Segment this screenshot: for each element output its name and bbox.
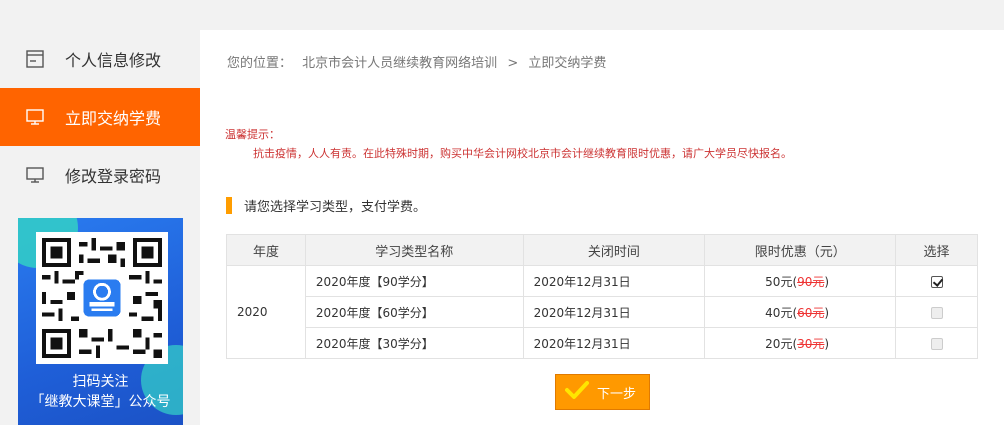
table-row: 2020 2020年度【90学分】 2020年12月31日 50元(90元) <box>226 265 978 359</box>
main-content: 您的位置： 北京市会计人员继续教育网络培训 > 立即交纳学费 温馨提示： 抗击疫… <box>200 30 1004 425</box>
sidebar-item-label: 个人信息修改 <box>65 51 162 70</box>
breadcrumb-current: 立即交纳学费 <box>528 56 607 71</box>
close-time-cell: 2020年12月31日 <box>522 327 706 359</box>
monitor-icon <box>24 165 46 185</box>
type-name-cell: 2020年度【90学分】 <box>304 265 524 297</box>
qr-caption-line2: 「继教大课堂」公众号 <box>30 394 171 410</box>
profile-edit-icon <box>24 49 46 69</box>
sidebar-item-label: 修改登录密码 <box>65 167 162 186</box>
price-cell: 50元(90元) <box>704 265 897 297</box>
notice-title: 温馨提示： <box>225 128 280 141</box>
price-discount: 20元 <box>765 336 793 351</box>
section-marker <box>226 197 232 214</box>
sidebar-item-pay-tuition[interactable]: 立即交纳学费 <box>0 88 214 146</box>
price-discount: 50元 <box>765 274 793 289</box>
next-step-button[interactable]: 下一步 <box>555 374 650 410</box>
column-header-price: 限时优惠（元） <box>704 234 897 266</box>
breadcrumb: 您的位置： 北京市会计人员继续教育网络培训 > 立即交纳学费 <box>227 52 612 71</box>
table-row: 2020年度【60学分】 2020年12月31日 40元(60元) <box>227 296 978 328</box>
column-header-close-time: 关闭时间 <box>522 234 706 266</box>
qr-code-icon <box>36 232 168 364</box>
select-cell <box>895 327 978 359</box>
select-checkbox[interactable] <box>930 275 943 288</box>
next-step-label: 下一步 <box>597 386 637 402</box>
close-time-cell: 2020年12月31日 <box>522 296 706 328</box>
select-cell <box>895 265 978 297</box>
select-checkbox[interactable] <box>930 306 943 319</box>
sidebar-item-profile-edit[interactable]: 个人信息修改 <box>0 30 200 88</box>
checkmark-icon <box>565 380 589 404</box>
table-header-row: 年度 学习类型名称 关闭时间 限时优惠（元） 选择 <box>226 234 978 266</box>
close-time-cell: 2020年12月31日 <box>522 265 706 297</box>
wechat-qr-card: 扫码关注 「继教大课堂」公众号 <box>18 218 183 425</box>
fee-table: 年度 学习类型名称 关闭时间 限时优惠（元） 选择 2020 2020年度【90… <box>226 234 978 359</box>
column-header-year: 年度 <box>226 234 306 266</box>
sidebar: 个人信息修改 立即交纳学费 修改登录密码 扫码关注 「继教大课堂」公众号 <box>0 30 214 425</box>
notice: 温馨提示： 抗击疫情，人人有责。在此特殊时期，购买中华会计网校北京市会计继续教育… <box>225 125 792 163</box>
table-row: 2020年度【30学分】 2020年12月31日 20元(30元) <box>227 327 978 359</box>
section-title-text: 请您选择学习类型，支付学费。 <box>244 200 427 215</box>
type-name-cell: 2020年度【30学分】 <box>304 327 524 359</box>
price-original: 30元 <box>797 336 825 351</box>
section-title: 请您选择学习类型，支付学费。 <box>226 196 426 215</box>
price-cell: 40元(60元) <box>704 296 897 328</box>
breadcrumb-site-link[interactable]: 北京市会计人员继续教育网络培训 <box>302 56 497 71</box>
notice-body: 抗击疫情，人人有责。在此特殊时期，购买中华会计网校北京市会计继续教育限时优惠，请… <box>253 147 792 160</box>
monitor-icon <box>24 107 46 127</box>
price-cell: 20元(30元) <box>704 327 897 359</box>
column-header-type: 学习类型名称 <box>304 234 524 266</box>
price-original: 90元 <box>797 274 825 289</box>
sidebar-item-label: 立即交纳学费 <box>65 109 162 128</box>
year-cell: 2020 <box>226 265 306 359</box>
select-checkbox[interactable] <box>930 337 943 350</box>
qr-caption-line1: 扫码关注 <box>72 374 129 390</box>
breadcrumb-prefix: 您的位置： <box>227 56 293 71</box>
breadcrumb-separator: > <box>507 56 519 71</box>
select-cell <box>895 296 978 328</box>
price-original: 60元 <box>797 305 825 320</box>
type-name-cell: 2020年度【60学分】 <box>304 296 524 328</box>
price-discount: 40元 <box>765 305 793 320</box>
column-header-select: 选择 <box>895 234 978 266</box>
sidebar-item-change-password[interactable]: 修改登录密码 <box>0 146 200 204</box>
